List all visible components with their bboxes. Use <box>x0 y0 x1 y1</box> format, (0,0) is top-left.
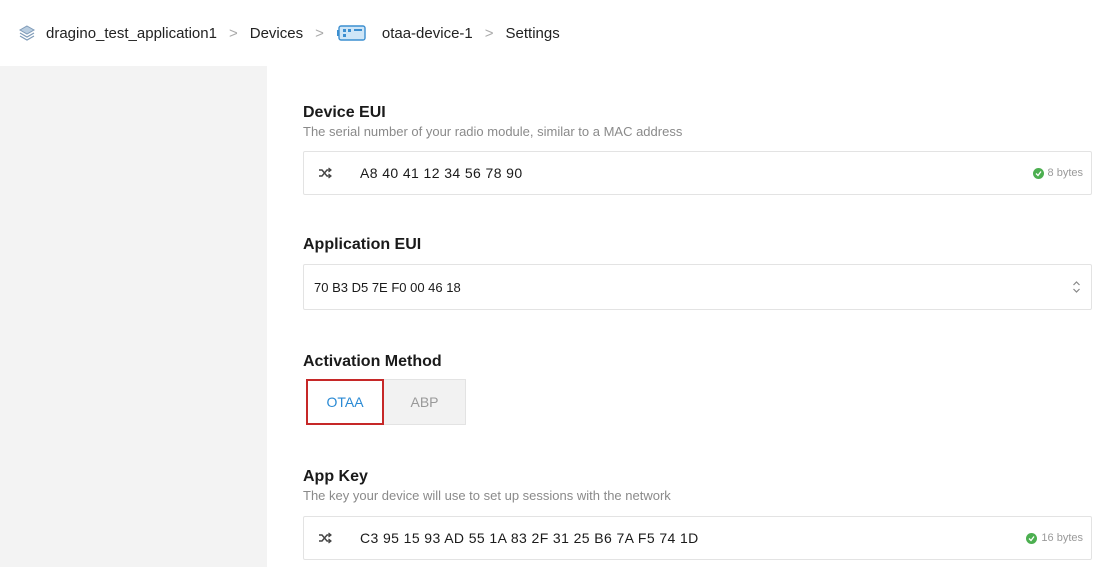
abp-option-button[interactable]: ABP <box>384 379 466 425</box>
chevron-right-icon: > <box>484 24 494 42</box>
sidebar <box>0 66 267 567</box>
chevron-right-icon: > <box>315 24 324 42</box>
application-eui-select[interactable]: 70 B3 D5 7E F0 00 46 18 <box>303 264 1092 310</box>
chevron-right-icon: > <box>228 24 238 42</box>
breadcrumb-item-devices[interactable]: Devices <box>250 25 303 42</box>
device-eui-description: The serial number of your radio module, … <box>303 124 683 139</box>
byte-count-text: 16 bytes <box>1041 532 1083 544</box>
device-eui-label: Device EUI <box>303 104 386 121</box>
check-circle-icon <box>1032 167 1044 179</box>
app-key-description: The key your device will use to set up s… <box>303 488 671 503</box>
byte-count-badge: 8 bytes <box>1032 167 1083 179</box>
breadcrumb-label: Devices <box>249 24 304 42</box>
breadcrumb-label: Settings <box>505 24 560 42</box>
shuffle-icon[interactable] <box>304 517 346 559</box>
breadcrumb-item-application[interactable]: dragino_test_application1 <box>18 24 217 42</box>
application-eui-value: 70 B3 D5 7E F0 00 46 18 <box>314 279 461 295</box>
byte-count-text: 8 bytes <box>1047 167 1083 179</box>
shuffle-icon[interactable] <box>304 152 346 194</box>
activation-method-label: Activation Method <box>303 353 442 370</box>
check-circle-icon <box>1026 532 1038 544</box>
device-eui-field[interactable]: A8 40 41 12 34 56 78 90 8 bytes <box>303 151 1092 195</box>
otaa-option-button[interactable]: OTAA <box>306 379 384 425</box>
byte-count-badge: 16 bytes <box>1026 532 1083 544</box>
breadcrumb-item-device[interactable]: otaa-device-1 <box>336 23 473 43</box>
breadcrumb-item-settings[interactable]: Settings <box>506 25 560 42</box>
breadcrumb-label: dragino_test_application1 <box>46 24 217 42</box>
app-key-field[interactable]: C3 95 15 93 AD 55 1A 83 2F 31 25 B6 7A F… <box>303 516 1092 560</box>
app-key-label: App Key <box>303 468 368 485</box>
activation-method-toggle: OTAA ABP <box>306 379 466 425</box>
device-eui-value: A8 40 41 12 34 56 78 90 <box>360 165 523 181</box>
select-arrows-icon <box>1061 280 1091 294</box>
stack-icon <box>18 24 36 42</box>
breadcrumb: dragino_test_application1 > Devices > ot… <box>0 0 1108 66</box>
breadcrumb-label: otaa-device-1 <box>381 24 473 42</box>
application-eui-label: Application EUI <box>303 236 422 253</box>
app-key-value: C3 95 15 93 AD 55 1A 83 2F 31 25 B6 7A F… <box>360 530 699 546</box>
device-icon <box>336 23 368 43</box>
